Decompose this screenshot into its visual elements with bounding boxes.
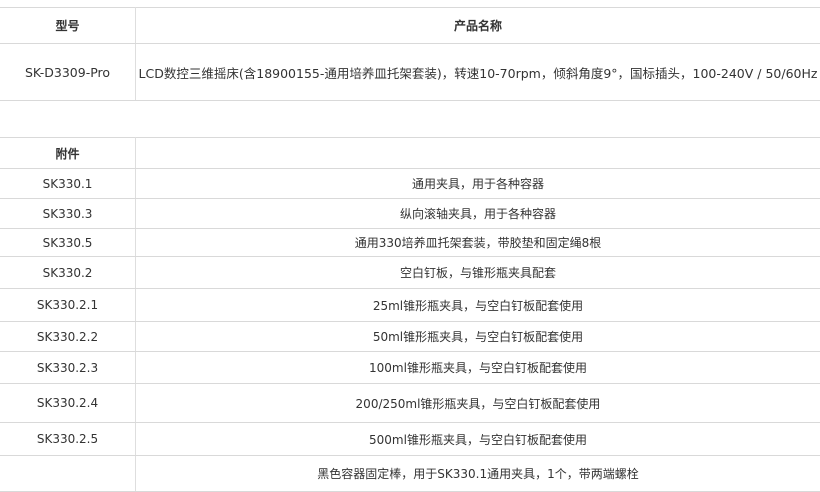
accessory-desc: 通用夹具，用于各种容器 bbox=[136, 169, 820, 199]
model-column-header: 型号 bbox=[0, 8, 136, 44]
table-row: SK330.5 通用330培养皿托架套装，带胶垫和固定绳8根 bbox=[0, 229, 820, 257]
accessory-desc: 黑色容器固定棒，用于SK330.1通用夹具，1个，带两端螺栓 bbox=[136, 456, 820, 492]
accessory-model: SK330.1 bbox=[0, 169, 136, 199]
accessory-desc: 空白钉板，与锥形瓶夹具配套 bbox=[136, 257, 820, 289]
accessory-model: SK330.3 bbox=[0, 199, 136, 229]
table-row: SK330.2.1 25ml锥形瓶夹具，与空白钉板配套使用 bbox=[0, 289, 820, 322]
table-row: SK330.2.5 500ml锥形瓶夹具，与空白钉板配套使用 bbox=[0, 423, 820, 456]
accessory-table-header: 附件 bbox=[0, 138, 820, 169]
product-model: SK-D3309-Pro bbox=[0, 44, 136, 101]
table-row: SK330.2.2 50ml锥形瓶夹具，与空白钉板配套使用 bbox=[0, 322, 820, 352]
accessory-desc: 500ml锥形瓶夹具，与空白钉板配套使用 bbox=[136, 423, 820, 456]
accessory-model bbox=[0, 456, 136, 492]
accessory-model: SK330.2 bbox=[0, 257, 136, 289]
product-table: 型号 产品名称 SK-D3309-Pro LCD数控三维摇床(含18900155… bbox=[0, 7, 820, 101]
accessory-table: 附件 SK330.1 通用夹具，用于各种容器 SK330.3 纵向滚轴夹具，用于… bbox=[0, 137, 820, 492]
accessory-column-header: 附件 bbox=[0, 138, 136, 169]
table-row: SK330.2 空白钉板，与锥形瓶夹具配套 bbox=[0, 257, 820, 289]
accessory-desc: 通用330培养皿托架套装，带胶垫和固定绳8根 bbox=[136, 229, 820, 257]
accessory-model: SK330.5 bbox=[0, 229, 136, 257]
accessory-model: SK330.2.4 bbox=[0, 384, 136, 423]
accessory-model: SK330.2.2 bbox=[0, 322, 136, 352]
accessory-model: SK330.2.1 bbox=[0, 289, 136, 322]
product-name: LCD数控三维摇床(含18900155-通用培养皿托架套装)，转速10-70rp… bbox=[136, 44, 820, 101]
table-row: SK330.3 纵向滚轴夹具，用于各种容器 bbox=[0, 199, 820, 229]
accessory-desc: 纵向滚轴夹具，用于各种容器 bbox=[136, 199, 820, 229]
accessory-desc-column-header bbox=[136, 138, 820, 169]
table-row: SK330.1 通用夹具，用于各种容器 bbox=[0, 169, 820, 199]
accessory-desc: 25ml锥形瓶夹具，与空白钉板配套使用 bbox=[136, 289, 820, 322]
table-row: SK330.2.3 100ml锥形瓶夹具，与空白钉板配套使用 bbox=[0, 352, 820, 384]
table-row: SK330.2.4 200/250ml锥形瓶夹具，与空白钉板配套使用 bbox=[0, 384, 820, 423]
accessory-model: SK330.2.5 bbox=[0, 423, 136, 456]
accessory-model: SK330.2.3 bbox=[0, 352, 136, 384]
table-row: 黑色容器固定棒，用于SK330.1通用夹具，1个，带两端螺栓 bbox=[0, 456, 820, 492]
product-row: SK-D3309-Pro LCD数控三维摇床(含18900155-通用培养皿托架… bbox=[0, 44, 820, 101]
accessory-desc: 50ml锥形瓶夹具，与空白钉板配套使用 bbox=[136, 322, 820, 352]
product-name-column-header: 产品名称 bbox=[136, 8, 820, 44]
accessory-desc: 200/250ml锥形瓶夹具，与空白钉板配套使用 bbox=[136, 384, 820, 423]
product-table-header: 型号 产品名称 bbox=[0, 8, 820, 44]
accessory-desc: 100ml锥形瓶夹具，与空白钉板配套使用 bbox=[136, 352, 820, 384]
